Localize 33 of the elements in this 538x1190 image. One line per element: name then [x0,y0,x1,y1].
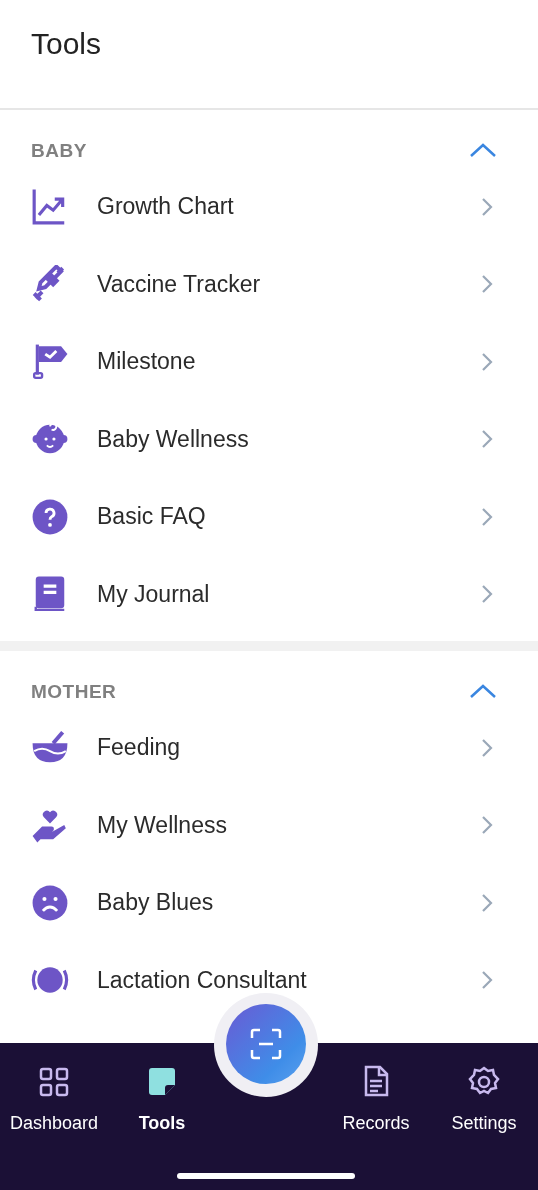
tool-item[interactable]: Milestone [97,348,480,376]
chevron-icon [480,506,494,527]
chevron-icon [480,584,494,605]
chevron-icon [480,737,494,758]
nav-tab[interactable]: Tools [108,1065,216,1134]
section-title: BABY [31,140,87,162]
tool-item[interactable]: Vaccine Tracker [97,270,480,298]
tool-icon [31,883,69,922]
tool-item[interactable]: Basic FAQ [97,503,480,531]
chevron-icon [480,274,494,295]
tool-icon [31,342,69,381]
chevron-icon [480,970,494,991]
grid-icon [37,1065,71,1099]
nav-tab[interactable]: Dashboard [0,1065,108,1134]
page-title: Tools [31,26,103,62]
scan-button[interactable] [226,1003,306,1084]
chevron-icon [480,892,494,913]
tool-icon [31,497,69,536]
tool-item[interactable]: Baby Wellness [97,425,480,453]
nav-tab[interactable]: Settings [430,1065,538,1134]
tool-item[interactable]: Baby Blues [97,889,480,917]
tool-item[interactable]: My Journal [97,580,480,608]
tool-item[interactable]: Lactation Consultant [97,966,480,994]
tool-item[interactable]: My Wellness [97,811,480,839]
scan-icon [249,1026,283,1061]
section-title: MOTHER [31,681,117,703]
chevron-icon [480,196,494,217]
chevron-icon [480,815,494,836]
tool-item[interactable]: Feeding [97,734,480,762]
nav-tab[interactable]: Records [322,1065,430,1134]
tool-item[interactable]: Growth Chart [97,193,480,221]
chevron-icon [480,429,494,450]
chevron-icon [480,351,494,372]
